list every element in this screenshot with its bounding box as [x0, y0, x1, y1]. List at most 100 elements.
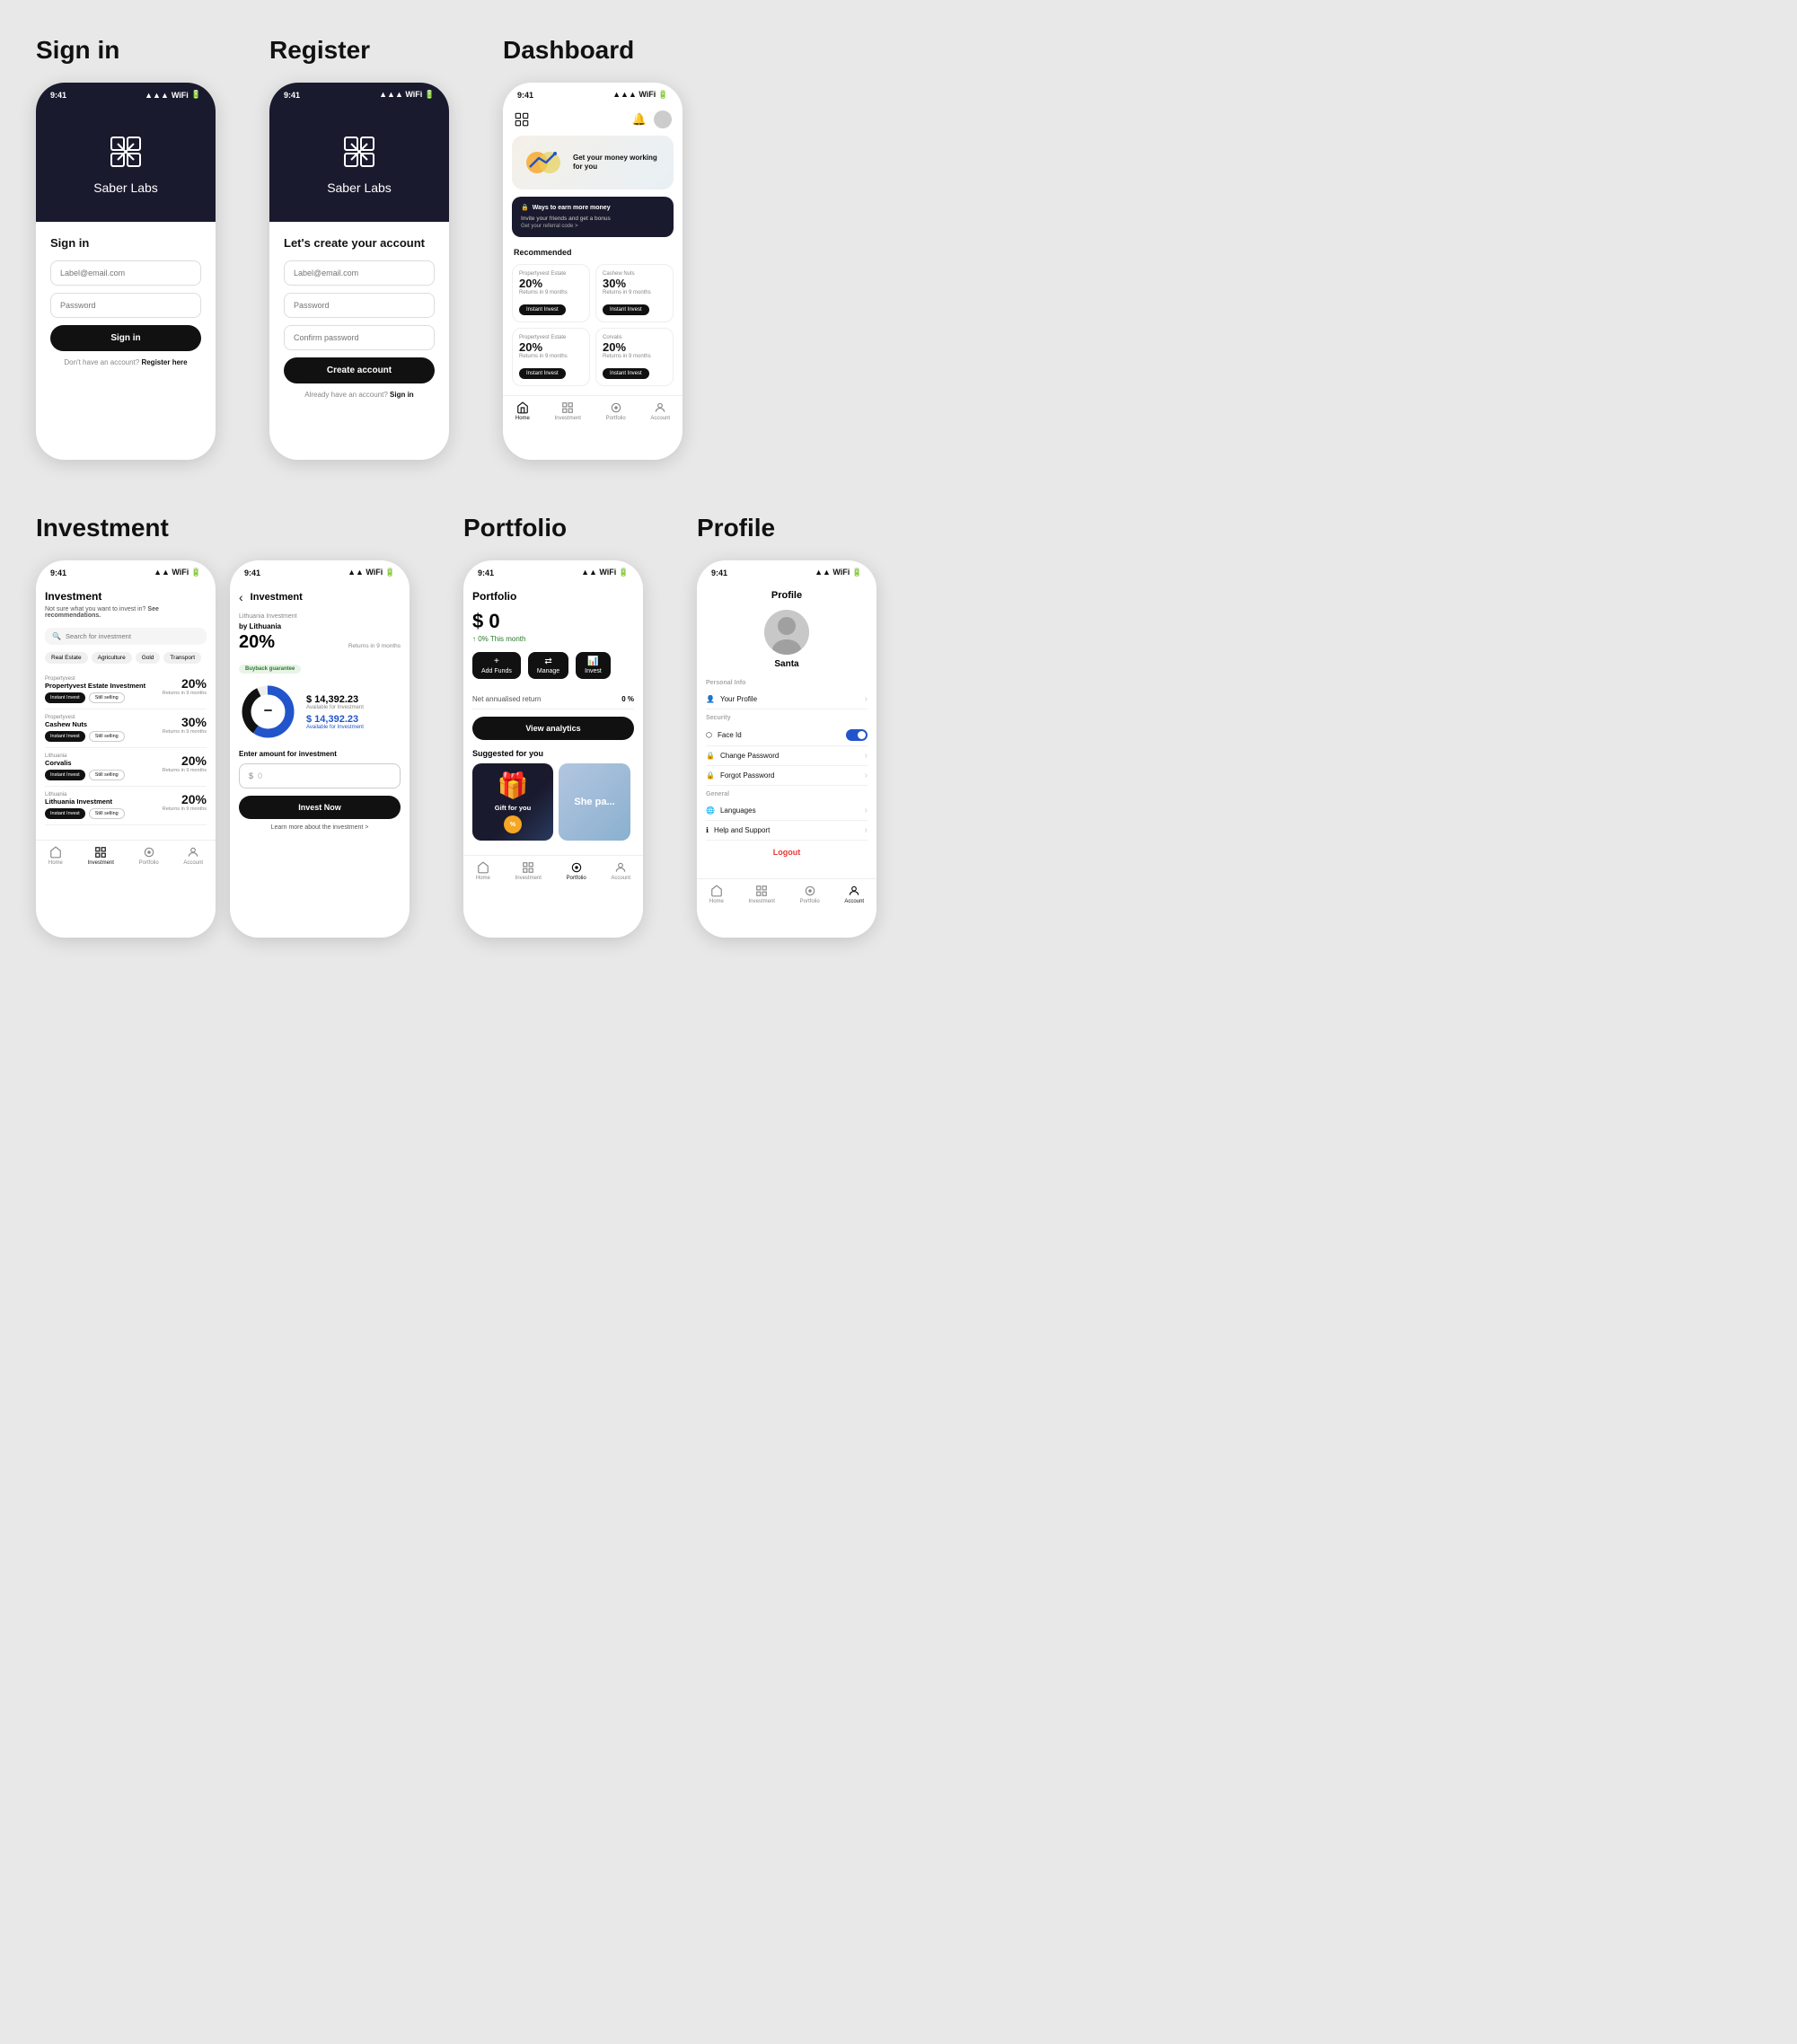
invest-btn-1[interactable]: Instant Invest — [45, 692, 85, 703]
invlist-search-bar[interactable]: 🔍 — [45, 628, 207, 645]
face-id-toggle[interactable] — [846, 729, 868, 741]
currency-symbol: $ — [249, 771, 253, 780]
invlist-item-2: Propertyvest Cashew Nuts Instant Invest … — [45, 709, 207, 748]
invest-btn-3[interactable]: Instant Invest — [45, 770, 85, 780]
invlist-nav-home[interactable]: Home — [48, 846, 63, 866]
profile-section: Profile 9:41 ▲▲ WiFi 🔋 Profile — [697, 514, 876, 938]
port-nav-account[interactable]: Account — [611, 861, 630, 881]
selling-btn-1[interactable]: Still selling — [89, 692, 125, 703]
recommended-label: Recommended — [503, 244, 683, 260]
profile-title-label: Profile — [697, 514, 876, 542]
port-nav-investment[interactable]: Investment — [515, 861, 542, 881]
dash-nav-portfolio[interactable]: Portfolio — [606, 401, 626, 421]
suggested-label: Suggested for you — [472, 749, 634, 758]
your-profile-item[interactable]: 👤 Your Profile › — [706, 690, 868, 709]
bell-icon[interactable]: 🔔 — [632, 112, 647, 127]
banner-text: Get your money working for you — [573, 154, 665, 172]
invest-button[interactable]: 📊 Invest — [576, 652, 611, 679]
invest-btn-2[interactable]: Instant Invest — [45, 731, 85, 742]
filter-agriculture[interactable]: Agriculture — [92, 652, 132, 664]
prof-nav-investment[interactable]: Investment — [749, 885, 775, 904]
invlist-nav-account[interactable]: Account — [183, 846, 203, 866]
profile-heading: Profile — [706, 590, 868, 601]
security-label: Security — [706, 715, 868, 721]
register-logo-sub: Labs — [364, 181, 391, 195]
manage-button[interactable]: ⇄ Manage — [528, 652, 568, 679]
amount-input-box[interactable]: $ 0 — [239, 763, 401, 789]
add-funds-button[interactable]: + Add Funds — [472, 652, 521, 679]
chevron-right-icon5: › — [865, 825, 868, 835]
selling-btn-3[interactable]: Still selling — [89, 770, 125, 780]
promo-link[interactable]: Get your referral code > — [521, 223, 665, 230]
dash-nav-home[interactable]: Home — [515, 401, 530, 421]
register-password-input[interactable] — [284, 293, 435, 318]
learn-more-link[interactable]: Learn more about the investment > — [239, 824, 401, 831]
manage-icon: ⇄ — [544, 656, 551, 666]
languages-item[interactable]: 🌐 Languages › — [706, 801, 868, 821]
change-password-item[interactable]: 🔒 Change Password › — [706, 746, 868, 766]
chart-amount2: $ 14,392.23 — [306, 714, 364, 725]
register-email-input[interactable] — [284, 260, 435, 286]
dash-nav-investment[interactable]: Investment — [555, 401, 581, 421]
detail-subtitle: Lithuania Investment — [239, 613, 401, 620]
selling-btn-4[interactable]: Still selling — [89, 808, 125, 819]
detail-percent: 20% — [239, 632, 275, 653]
view-analytics-button[interactable]: View analytics — [472, 717, 634, 740]
dash-invest-btn-4[interactable]: Instant Invest — [603, 368, 649, 379]
invest-icon: 📊 — [587, 656, 598, 666]
invlist-title: Investment — [45, 590, 207, 603]
register-button[interactable]: Create account — [284, 357, 435, 383]
signin-logo-icon — [104, 130, 147, 173]
signin-register-link[interactable]: Register here — [141, 358, 187, 366]
dash-invest-btn-1[interactable]: Instant Invest — [519, 304, 566, 315]
dash-invest-btn-2[interactable]: Instant Invest — [603, 304, 649, 315]
back-button[interactable]: ‹ — [239, 590, 243, 604]
register-confirm-input[interactable] — [284, 325, 435, 350]
invlist-nav-portfolio[interactable]: Portfolio — [139, 846, 159, 866]
prof-nav-account[interactable]: Account — [844, 885, 864, 904]
prof-nav-home[interactable]: Home — [709, 885, 724, 904]
lock-icon: 🔒 — [706, 752, 715, 760]
dash-nav-account[interactable]: Account — [650, 401, 670, 421]
investment-detail-content: ‹ Investment Lithuania Investment by Lit… — [230, 581, 410, 840]
dashboard-section: Dashboard 9:41 ▲▲▲ WiFi 🔋 — [503, 36, 683, 460]
enter-amount-label: Enter amount for investment — [239, 750, 401, 758]
signin-password-input[interactable] — [50, 293, 201, 318]
profile-avatar-section: Santa — [706, 610, 868, 669]
dashboard-logo-icon — [514, 111, 530, 128]
dashboard-header-icons: 🔔 — [632, 110, 672, 128]
filter-transport[interactable]: Transport — [163, 652, 201, 664]
dashboard-phone: 9:41 ▲▲▲ WiFi 🔋 🔔 — [503, 83, 683, 460]
dashboard-avatar[interactable] — [654, 110, 672, 128]
add-icon: + — [494, 656, 499, 666]
port-nav-portfolio[interactable]: Portfolio — [567, 861, 586, 881]
invlist-item-4: Lithuania Lithuania Investment Instant I… — [45, 787, 207, 825]
dashboard-cards-grid: Propertyvest Estate 20% Returns in 9 mon… — [503, 260, 683, 390]
register-section: Register 9:41 ▲▲▲ WiFi 🔋 Saber — [269, 36, 449, 460]
lock-icon2: 🔒 — [706, 771, 715, 780]
invest-btn-4[interactable]: Instant Invest — [45, 808, 85, 819]
selling-btn-2[interactable]: Still selling — [89, 731, 125, 742]
signin-form: Sign in Sign in Don't have an account? R… — [36, 222, 216, 381]
invlist-nav-investment[interactable]: Investment — [88, 846, 114, 866]
prof-nav-portfolio[interactable]: Portfolio — [800, 885, 820, 904]
filter-gold[interactable]: Gold — [136, 652, 161, 664]
dashboard-promo[interactable]: 🔒 Ways to earn more money Invite your fr… — [512, 197, 674, 237]
signin-button[interactable]: Sign in — [50, 325, 201, 351]
amount-value: 0 — [258, 771, 262, 780]
invlist-search-input[interactable] — [66, 632, 199, 640]
port-nav-home[interactable]: Home — [476, 861, 490, 881]
invest-now-button[interactable]: Invest Now — [239, 796, 401, 819]
signin-email-input[interactable] — [50, 260, 201, 286]
detail-back-header: ‹ Investment — [239, 590, 401, 604]
forgot-password-item[interactable]: 🔒 Forgot Password › — [706, 766, 868, 786]
gift-cards-row: 🎁 Gift for you % She pa... — [472, 763, 634, 841]
logout-button[interactable]: Logout — [706, 841, 868, 864]
gift-text: Gift for you — [495, 804, 531, 812]
register-signin-link[interactable]: Sign in — [390, 391, 414, 399]
signin-form-title: Sign in — [50, 236, 201, 250]
invlist-item-3: Lithuania Corvalis Instant Invest Still … — [45, 748, 207, 787]
filter-real-estate[interactable]: Real Estate — [45, 652, 88, 664]
dash-invest-btn-3[interactable]: Instant Invest — [519, 368, 566, 379]
help-support-item[interactable]: ℹ Help and Support › — [706, 821, 868, 841]
